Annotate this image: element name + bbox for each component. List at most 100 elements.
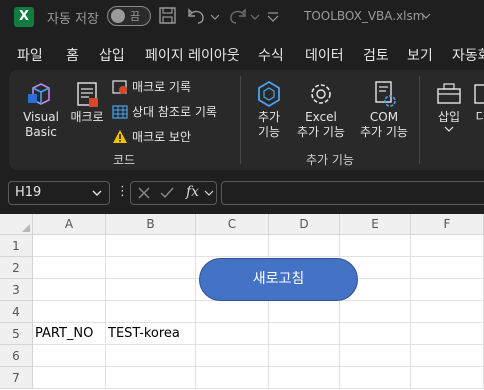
- visual-basic-label-1: Visual: [23, 110, 59, 124]
- ribbon-separator: [240, 76, 241, 164]
- cell-c4[interactable]: [196, 301, 269, 323]
- tab-insert[interactable]: 삽입: [99, 45, 125, 65]
- cell-a6[interactable]: [33, 345, 106, 367]
- excel-addins-button[interactable]: Excel 추가 기능: [292, 78, 350, 140]
- macros-label: 매크로: [70, 110, 104, 124]
- cell-b6[interactable]: [106, 345, 196, 367]
- cell-c7[interactable]: [196, 367, 269, 389]
- autosave-toggle[interactable]: 끔: [107, 6, 151, 26]
- cell-d6[interactable]: [269, 345, 340, 367]
- file-name[interactable]: TOOLBOX_VBA.xlsm: [304, 9, 424, 23]
- cell-d4[interactable]: [269, 301, 340, 323]
- addins-button[interactable]: 추가 기능: [249, 78, 289, 140]
- customize-toolbar-icon[interactable]: [266, 5, 280, 27]
- relative-reference-icon: [112, 104, 128, 119]
- cell-f3[interactable]: [411, 279, 484, 301]
- cell-f6[interactable]: [411, 345, 484, 367]
- cell-a4[interactable]: [33, 301, 106, 323]
- more-options-icon[interactable]: ⋮: [116, 184, 129, 199]
- column-header-a[interactable]: A: [33, 214, 106, 235]
- column-header-d[interactable]: D: [269, 214, 340, 235]
- gear-icon: [311, 84, 331, 104]
- tab-data[interactable]: 데이터: [305, 45, 344, 65]
- cell-f2[interactable]: [411, 257, 484, 279]
- cell-a5[interactable]: PART_NO: [33, 323, 106, 345]
- column-header-b[interactable]: B: [106, 214, 196, 235]
- com-addins-button[interactable]: COM 추가 기능: [355, 78, 413, 140]
- toolbox-icon: [437, 83, 461, 104]
- redo-dropdown-icon[interactable]: [250, 5, 260, 27]
- save-icon[interactable]: [158, 5, 178, 27]
- cell-e6[interactable]: [340, 345, 411, 367]
- undo-icon[interactable]: [186, 5, 208, 27]
- cell-f7[interactable]: [411, 367, 484, 389]
- formula-tools: fx: [130, 181, 217, 205]
- excel-addins-label-2: 추가 기능: [297, 125, 345, 139]
- autosave-label: 자동 저장: [47, 12, 99, 27]
- cell-e1[interactable]: [340, 235, 411, 257]
- cell-b1[interactable]: [106, 235, 196, 257]
- title-bar: X 자동 저장 끔 TOOLBOX_VBA.xlsm: [0, 0, 484, 34]
- cell-b5[interactable]: TEST-korea: [106, 323, 196, 345]
- cell-e7[interactable]: [340, 367, 411, 389]
- tab-review[interactable]: 검토: [363, 45, 389, 65]
- row-header-5[interactable]: 5: [0, 323, 33, 345]
- column-header-e[interactable]: E: [340, 214, 411, 235]
- chevron-down-icon[interactable]: [204, 188, 214, 198]
- cell-b2[interactable]: [106, 257, 196, 279]
- insert-function-icon[interactable]: fx: [186, 184, 199, 200]
- row-header-1[interactable]: 1: [0, 235, 33, 257]
- undo-dropdown-icon[interactable]: [210, 5, 220, 27]
- row-header-6[interactable]: 6: [0, 345, 33, 367]
- chevron-down-icon: [92, 190, 102, 196]
- cell-a3[interactable]: [33, 279, 106, 301]
- tab-file[interactable]: 파일: [17, 45, 43, 65]
- cell-e5[interactable]: [340, 323, 411, 345]
- cell-a7[interactable]: [33, 367, 106, 389]
- record-macro-button[interactable]: 매크로 기록: [112, 78, 191, 95]
- filename-dropdown-icon[interactable]: [420, 5, 432, 27]
- record-macro-label: 매크로 기록: [132, 80, 192, 94]
- row-header-2[interactable]: 2: [0, 257, 33, 279]
- macro-security-button[interactable]: 매크로 보안: [112, 128, 191, 145]
- name-box[interactable]: H19: [8, 181, 110, 205]
- cancel-icon[interactable]: [137, 186, 151, 200]
- cell-b4[interactable]: [106, 301, 196, 323]
- cell-d5[interactable]: [269, 323, 340, 345]
- row-header-7[interactable]: 7: [0, 367, 33, 389]
- cell-c1[interactable]: [196, 235, 269, 257]
- name-box-value: H19: [15, 185, 42, 200]
- row-header-4[interactable]: 4: [0, 301, 33, 323]
- tab-view[interactable]: 보기: [407, 45, 433, 65]
- cell-f1[interactable]: [411, 235, 484, 257]
- cell-e4[interactable]: [340, 301, 411, 323]
- column-header-f[interactable]: F: [411, 214, 484, 235]
- tab-page-layout[interactable]: 페이지 레이아웃: [145, 45, 240, 65]
- select-all-button[interactable]: [0, 214, 33, 235]
- refresh-button[interactable]: 새로고침: [199, 258, 358, 301]
- com-addins-label-2: 추가 기능: [360, 125, 408, 139]
- tab-home[interactable]: 홈: [66, 45, 79, 65]
- cell-d7[interactable]: [269, 367, 340, 389]
- cell-a2[interactable]: [33, 257, 106, 279]
- cell-b7[interactable]: [106, 367, 196, 389]
- macros-button[interactable]: 매크로: [65, 78, 109, 125]
- insert-controls-button[interactable]: 삽입: [429, 78, 469, 133]
- tab-automate[interactable]: 자동화: [452, 45, 484, 65]
- cell-d1[interactable]: [269, 235, 340, 257]
- visual-basic-button[interactable]: Visual Basic: [17, 78, 65, 140]
- enter-icon[interactable]: [159, 186, 175, 200]
- relative-reference-button[interactable]: 상대 참조로 기록: [112, 103, 217, 120]
- design-mode-button[interactable]: 디: [471, 78, 484, 125]
- cell-f4[interactable]: [411, 301, 484, 323]
- tab-formulas[interactable]: 수식: [258, 45, 284, 65]
- cell-c6[interactable]: [196, 345, 269, 367]
- cell-c5[interactable]: [196, 323, 269, 345]
- redo-icon[interactable]: [226, 5, 248, 27]
- row-header-3[interactable]: 3: [0, 279, 33, 301]
- cell-f5[interactable]: [411, 323, 484, 345]
- cell-a1[interactable]: [33, 235, 106, 257]
- cell-b3[interactable]: [106, 279, 196, 301]
- column-header-c[interactable]: C: [196, 214, 269, 235]
- formula-input[interactable]: [221, 181, 484, 205]
